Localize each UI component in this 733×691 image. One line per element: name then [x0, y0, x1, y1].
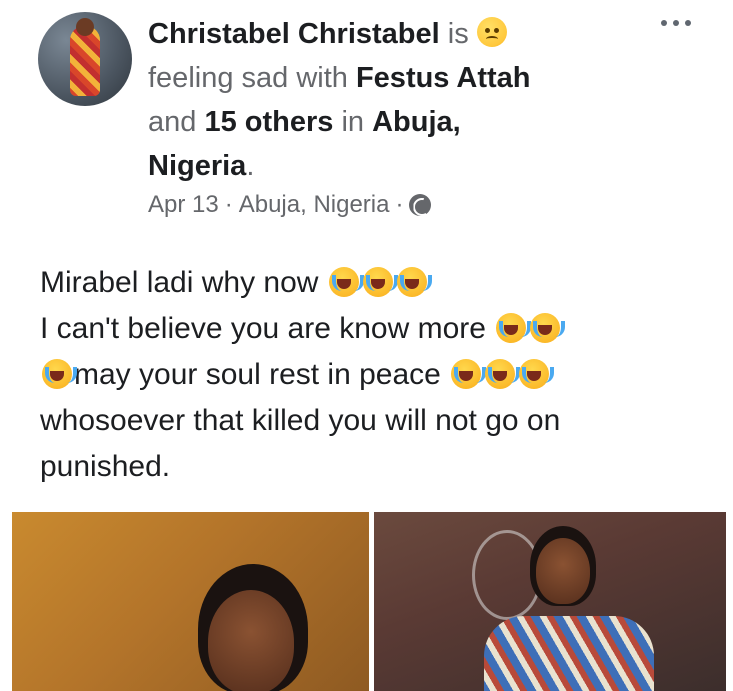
dot — [673, 20, 679, 26]
tagged-person-link[interactable]: Festus Attah — [356, 62, 531, 94]
crying-face-emoji-icon — [451, 359, 487, 389]
feeling-text: feeling sad with — [148, 62, 348, 94]
photo-face — [536, 538, 590, 604]
body-line-4: whosoever that killed you will not go on — [40, 404, 561, 437]
crying-face-emoji-icon — [396, 267, 432, 297]
and-word: and — [148, 106, 197, 138]
crying-face-emoji-icon — [519, 359, 555, 389]
dot — [661, 20, 667, 26]
post-date[interactable]: Apr 13 — [148, 191, 219, 219]
post-photo-left[interactable] — [12, 512, 369, 691]
sad-face-emoji-icon — [476, 17, 507, 47]
photo-dress — [484, 616, 654, 691]
meta-separator: · — [395, 191, 404, 218]
body-line-3: may your soul rest in peace — [74, 358, 441, 391]
crying-face-emoji-icon — [496, 313, 532, 343]
in-word: in — [341, 106, 365, 138]
is-word: is — [447, 18, 469, 50]
location-link-part1[interactable]: Abuja, — [372, 106, 461, 138]
author-avatar[interactable] — [38, 12, 132, 106]
others-link[interactable]: 15 others — [204, 106, 333, 138]
meta-location[interactable]: Abuja, Nigeria — [239, 191, 390, 219]
location-link-part2[interactable]: Nigeria — [148, 150, 246, 182]
crying-face-emoji-icon — [328, 267, 364, 297]
body-line-1: Mirabel ladi why now — [40, 266, 319, 299]
header-period: . — [246, 150, 255, 182]
dot — [685, 20, 691, 26]
more-options-icon[interactable] — [661, 20, 691, 26]
body-line-2: I can't believe you are know more — [40, 312, 486, 345]
avatar-figure — [70, 26, 100, 96]
post-body: Mirabel ladi why now I can't believe you… — [40, 260, 690, 490]
crying-face-emoji-icon — [530, 313, 566, 343]
globe-icon[interactable] — [409, 194, 432, 216]
author-name[interactable]: Christabel Christabel — [148, 18, 440, 50]
post-meta: Apr 13 · Abuja, Nigeria · — [148, 191, 432, 219]
avatar-head — [76, 18, 94, 36]
body-line-5: punished. — [40, 450, 171, 483]
post-header: Christabel Christabel is feeling sad wit… — [148, 12, 618, 188]
photo-face — [208, 590, 294, 691]
meta-separator: · — [224, 191, 233, 218]
facebook-post: Christabel Christabel is feeling sad wit… — [0, 0, 733, 691]
crying-face-emoji-icon — [362, 267, 398, 297]
crying-face-emoji-icon — [42, 359, 77, 389]
crying-face-emoji-icon — [485, 359, 521, 389]
post-photo-right[interactable] — [374, 512, 726, 691]
